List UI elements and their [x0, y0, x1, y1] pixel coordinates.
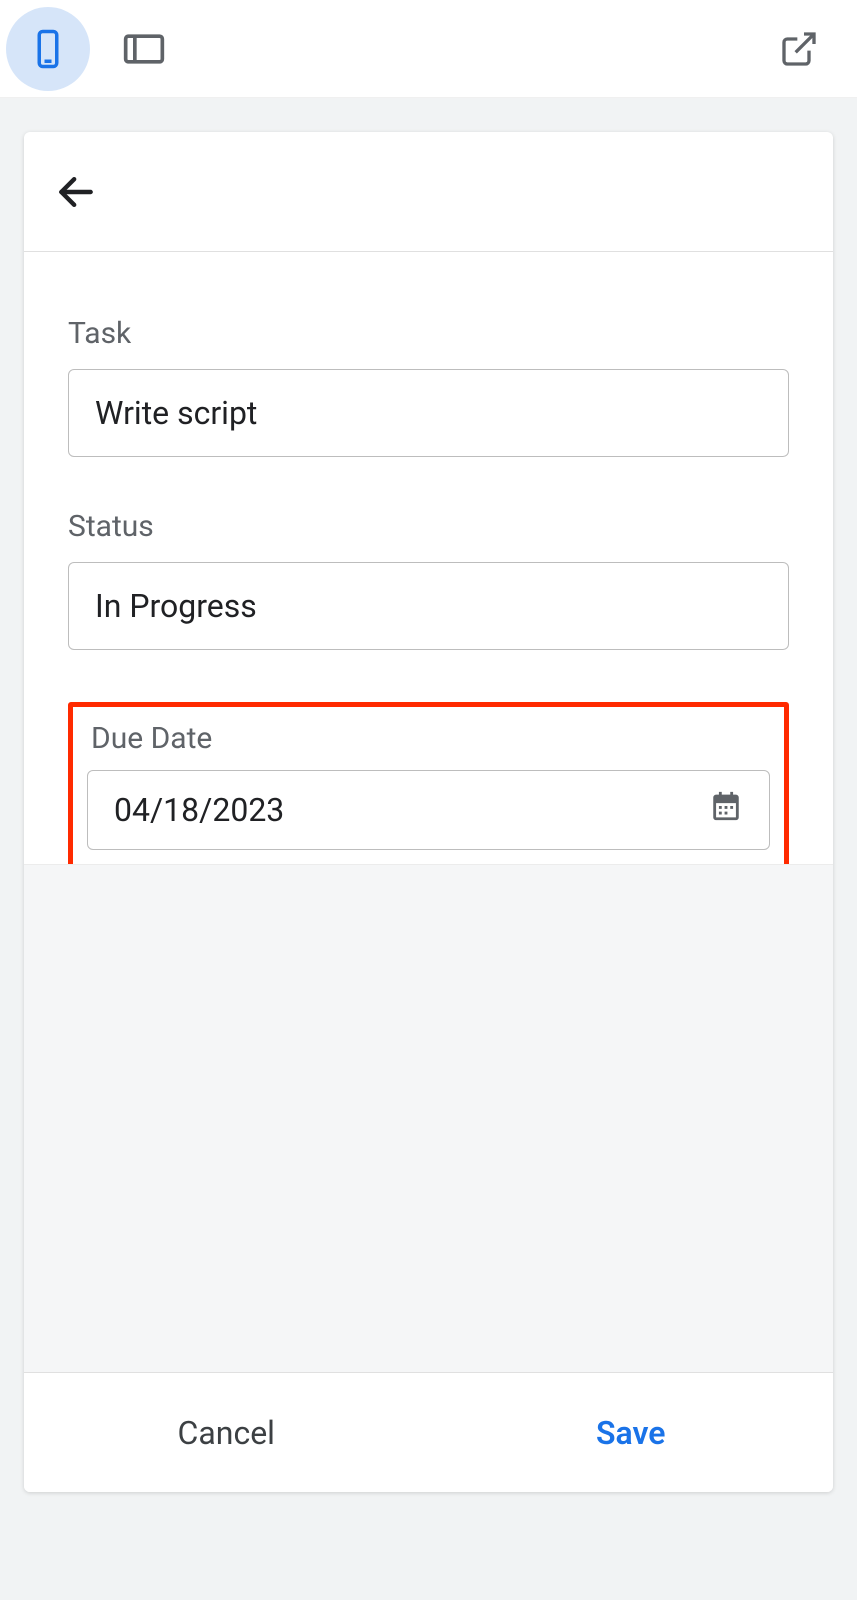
device-frame: Task Status Due Date: [24, 132, 833, 1492]
calendar-icon[interactable]: [709, 789, 743, 831]
status-input-wrapper[interactable]: [68, 562, 789, 650]
app-bar: [24, 132, 833, 252]
due-date-input-wrapper[interactable]: [87, 770, 770, 850]
task-input[interactable]: [95, 394, 762, 432]
arrow-back-icon: [54, 170, 98, 214]
save-button[interactable]: Save: [429, 1373, 834, 1492]
preview-area: Task Status Due Date: [0, 98, 857, 1600]
open-in-new-button[interactable]: [771, 21, 827, 77]
due-date-input[interactable]: [114, 791, 697, 829]
status-input[interactable]: [95, 587, 762, 625]
field-status: Status: [68, 509, 789, 650]
form-filler: [24, 864, 833, 1373]
form-body: Task Status Due Date: [24, 252, 833, 864]
task-input-wrapper[interactable]: [68, 369, 789, 457]
phone-icon: [27, 28, 69, 70]
field-task: Task: [68, 316, 789, 457]
tablet-view-button[interactable]: [102, 7, 186, 91]
task-label: Task: [68, 316, 789, 351]
back-button[interactable]: [52, 168, 100, 216]
tablet-icon: [122, 27, 166, 71]
cancel-button[interactable]: Cancel: [24, 1373, 429, 1492]
mobile-view-button[interactable]: [6, 7, 90, 91]
button-bar: Cancel Save: [24, 1372, 833, 1492]
form-container: Task Status Due Date: [24, 252, 833, 1492]
preview-toolbar: [0, 0, 857, 98]
due-date-label: Due Date: [91, 721, 770, 756]
open-in-new-icon: [779, 29, 819, 69]
due-date-highlight: Due Date: [68, 702, 789, 864]
status-label: Status: [68, 509, 789, 544]
